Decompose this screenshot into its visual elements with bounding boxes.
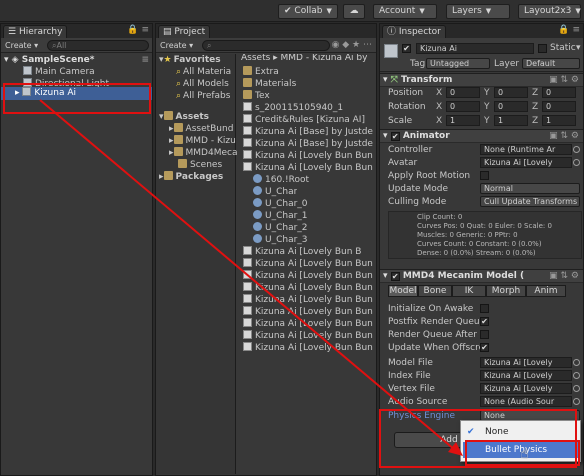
highlight-box-physics [379, 409, 577, 468]
annotation-arrow [39, 99, 456, 451]
highlight-box-hierarchy [3, 83, 151, 114]
annotation-overlay [3, 83, 580, 468]
arrow-head-icon [448, 442, 463, 456]
highlight-box-bullet [465, 440, 580, 466]
